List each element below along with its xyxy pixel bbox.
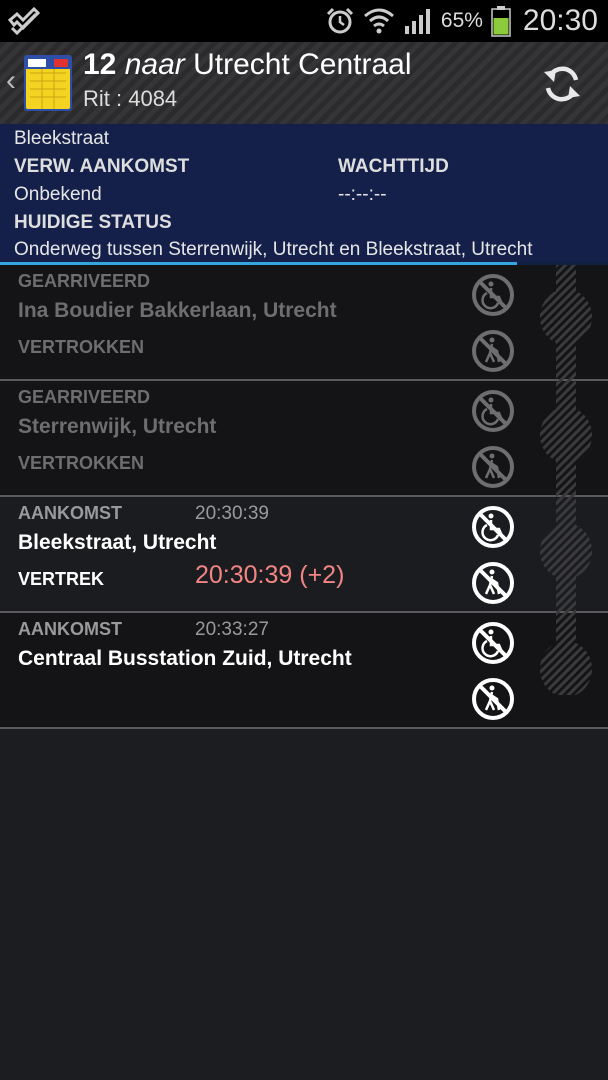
wifi-icon: [363, 8, 394, 34]
wait-time-value: --:--:--: [338, 184, 387, 205]
stop-arrival-label: AANKOMST: [18, 619, 122, 639]
stop-name: Ina Boudier Bakkerlaan, Utrecht: [18, 299, 337, 322]
wait-time-label: WACHTTIJD: [338, 156, 449, 177]
notification-check-icon: [7, 6, 40, 36]
status-bar: 65% 20:30: [0, 0, 608, 42]
no-walking-aid-icon: [472, 678, 514, 720]
stop-departure-label: VERTROKKEN: [18, 337, 145, 357]
stop-arrival-time: 20:30:39: [195, 503, 269, 524]
no-walking-aid-icon: [472, 330, 514, 372]
no-wheelchair-icon: [472, 274, 514, 316]
stop-row[interactable]: GEARRIVEERD Sterrenwijk, Utrecht VERTROK…: [0, 381, 608, 497]
stop-name: Bleekstraat, Utrecht: [18, 531, 217, 554]
stop-arrival-label: AANKOMST: [18, 503, 122, 523]
no-walking-aid-icon: [472, 446, 514, 488]
stop-arrival-label: GEARRIVEERD: [18, 387, 151, 407]
current-stop-name: Bleekstraat: [14, 128, 110, 149]
stop-row[interactable]: GEARRIVEERD Ina Boudier Bakkerlaan, Utre…: [0, 265, 608, 381]
status-panel: Bleekstraat VERW. AANKOMST WACHTTIJD Onb…: [0, 124, 608, 262]
stop-row[interactable]: AANKOMST 20:33:27 Centraal Busstation Zu…: [0, 613, 608, 729]
alarm-icon: [326, 7, 353, 34]
trip-number: Rit : 4084: [83, 86, 178, 111]
action-bar: ‹ 12 naar Utrecht Centraal Rit : 4084: [0, 42, 608, 124]
back-chevron-icon[interactable]: ‹: [6, 64, 16, 98]
stop-name: Sterrenwijk, Utrecht: [18, 415, 217, 438]
stop-departure-label: VERTREK: [18, 569, 105, 589]
direction-word: naar: [124, 48, 185, 81]
stop-arrival-time: 20:33:27: [195, 619, 269, 640]
signal-icon: [404, 9, 430, 34]
stop-departure-time: 20:30:39 (+2): [195, 561, 345, 589]
clock: 20:30: [522, 4, 598, 37]
no-wheelchair-icon: [472, 622, 514, 664]
battery-percent: 65%: [440, 9, 483, 32]
current-status-value: Onderweg tussen Sterrenwijk, Utrecht en …: [14, 239, 533, 260]
expected-arrival-label: VERW. AANKOMST: [14, 156, 190, 177]
no-walking-aid-icon: [472, 562, 514, 604]
no-wheelchair-icon: [472, 506, 514, 548]
route-number: 12: [83, 48, 117, 81]
page-title: 12 naar Utrecht Centraal: [83, 48, 412, 82]
destination: Utrecht Centraal: [193, 48, 412, 81]
no-wheelchair-icon: [472, 390, 514, 432]
stop-arrival-label: GEARRIVEERD: [18, 271, 151, 291]
stop-name: Centraal Busstation Zuid, Utrecht: [18, 647, 352, 670]
route-timeline: [540, 265, 592, 695]
stop-departure-label: VERTROKKEN: [18, 453, 145, 473]
refresh-icon[interactable]: [540, 62, 584, 106]
expected-arrival-value: Onbekend: [14, 184, 102, 205]
stop-row[interactable]: AANKOMST 20:30:39 Bleekstraat, Utrecht V…: [0, 497, 608, 613]
stop-list: GEARRIVEERD Ina Boudier Bakkerlaan, Utre…: [0, 265, 608, 729]
ovinfo-app-icon[interactable]: [24, 55, 72, 111]
current-status-label: HUIDIGE STATUS: [14, 212, 172, 233]
battery-icon: [491, 6, 511, 37]
